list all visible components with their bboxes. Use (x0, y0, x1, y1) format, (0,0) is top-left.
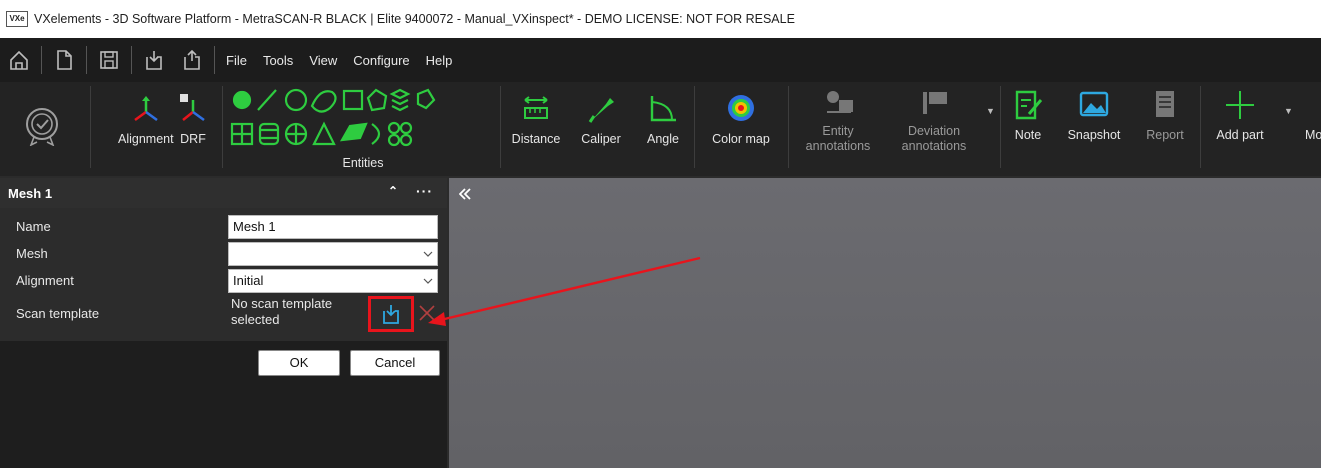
app-window: VXe VXelements - 3D Software Platform - … (0, 0, 1321, 468)
annotation-arrow (428, 256, 701, 326)
